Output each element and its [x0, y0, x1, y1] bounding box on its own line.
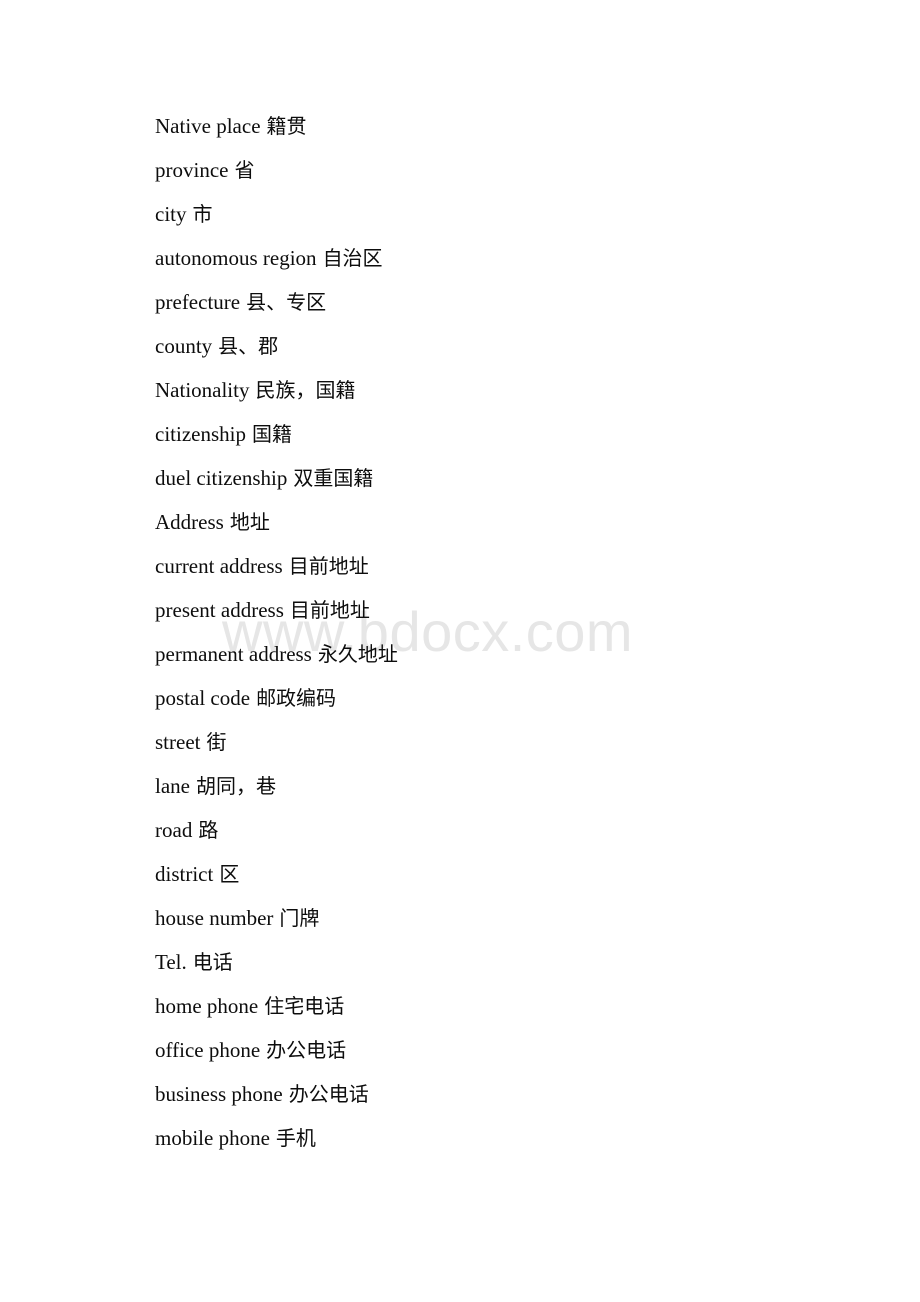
glossary-term-english: lane — [155, 774, 190, 798]
glossary-entry: province 省 — [155, 148, 855, 192]
glossary-entry: mobile phone 手机 — [155, 1116, 855, 1160]
glossary-term-english: autonomous region — [155, 246, 317, 270]
glossary-term-chinese: 街 — [206, 730, 227, 754]
glossary-term-english: office phone — [155, 1038, 261, 1062]
glossary-term-english: Nationality — [155, 378, 250, 402]
glossary-term-chinese: 住宅电话 — [264, 994, 345, 1018]
glossary-term-english: current address — [155, 554, 283, 578]
glossary-entry: prefecture 县、专区 — [155, 280, 855, 324]
glossary-term-english: province — [155, 158, 229, 182]
glossary-term-chinese: 地址 — [229, 510, 270, 534]
glossary-term-english: present address — [155, 598, 284, 622]
glossary-entry: office phone 办公电话 — [155, 1028, 855, 1072]
glossary-entry: county 县、郡 — [155, 324, 855, 368]
glossary-term-chinese: 省 — [234, 158, 255, 182]
glossary-entry: Native place 籍贯 — [155, 104, 855, 148]
glossary-entry: lane 胡同，巷 — [155, 764, 855, 808]
glossary-term-english: permanent address — [155, 642, 312, 666]
glossary-entry: autonomous region 自治区 — [155, 236, 855, 280]
glossary-term-english: district — [155, 862, 214, 886]
glossary-term-chinese: 路 — [198, 818, 219, 842]
glossary-term-chinese: 双重国籍 — [293, 466, 374, 490]
glossary-term-english: county — [155, 334, 213, 358]
glossary-term-english: home phone — [155, 994, 259, 1018]
glossary-entry: duel citizenship 双重国籍 — [155, 456, 855, 500]
glossary-entry: postal code 邮政编码 — [155, 676, 855, 720]
glossary-entry: permanent address 永久地址 — [155, 632, 855, 676]
glossary-term-english: Address — [155, 510, 224, 534]
glossary-term-chinese: 电话 — [192, 950, 233, 974]
glossary-entry: citizenship 国籍 — [155, 412, 855, 456]
glossary-term-chinese: 市 — [192, 202, 213, 226]
glossary-term-chinese: 门牌 — [279, 906, 320, 930]
glossary-term-chinese: 区 — [219, 862, 240, 886]
glossary-entry: current address 目前地址 — [155, 544, 855, 588]
glossary-term-chinese: 目前地址 — [289, 598, 370, 622]
glossary-entry: district 区 — [155, 852, 855, 896]
document-page: www.bdocx.com Native place 籍贯 province 省 cit… — [0, 0, 920, 1302]
glossary-term-chinese: 县、专区 — [246, 290, 327, 314]
glossary-term-chinese: 籍贯 — [266, 114, 307, 138]
glossary-term-english: prefecture — [155, 290, 241, 314]
glossary-entry: road 路 — [155, 808, 855, 852]
glossary-term-english: Tel. — [155, 950, 187, 974]
glossary-term-chinese: 县、郡 — [218, 334, 279, 358]
glossary-entry: Address 地址 — [155, 500, 855, 544]
glossary-entry: home phone 住宅电话 — [155, 984, 855, 1028]
glossary-term-chinese: 胡同，巷 — [195, 774, 276, 798]
glossary-term-chinese: 办公电话 — [288, 1082, 369, 1106]
glossary-term-chinese: 目前地址 — [288, 554, 369, 578]
glossary-term-english: Native place — [155, 114, 261, 138]
glossary-term-english: citizenship — [155, 422, 246, 446]
glossary-list: Native place 籍贯 province 省 city 市 autonomous r… — [155, 104, 855, 1160]
glossary-entry: house number 门牌 — [155, 896, 855, 940]
glossary-term-english: house number — [155, 906, 274, 930]
glossary-term-chinese: 邮政编码 — [256, 686, 337, 710]
glossary-entry: Nationality 民族，国籍 — [155, 368, 855, 412]
glossary-term-english: mobile phone — [155, 1126, 270, 1150]
glossary-entry: city 市 — [155, 192, 855, 236]
glossary-term-chinese: 永久地址 — [317, 642, 398, 666]
glossary-term-english: road — [155, 818, 193, 842]
glossary-entry: present address 目前地址 — [155, 588, 855, 632]
glossary-term-english: duel citizenship — [155, 466, 288, 490]
glossary-term-english: business phone — [155, 1082, 283, 1106]
glossary-term-english: city — [155, 202, 187, 226]
glossary-term-chinese: 自治区 — [322, 246, 383, 270]
glossary-term-chinese: 国籍 — [251, 422, 292, 446]
glossary-term-english: street — [155, 730, 201, 754]
glossary-term-chinese: 办公电话 — [266, 1038, 347, 1062]
glossary-entry: street 街 — [155, 720, 855, 764]
glossary-term-chinese: 手机 — [275, 1126, 316, 1150]
glossary-term-english: postal code — [155, 686, 251, 710]
glossary-term-chinese: 民族，国籍 — [255, 378, 356, 402]
glossary-entry: business phone 办公电话 — [155, 1072, 855, 1116]
glossary-entry: Tel. 电话 — [155, 940, 855, 984]
